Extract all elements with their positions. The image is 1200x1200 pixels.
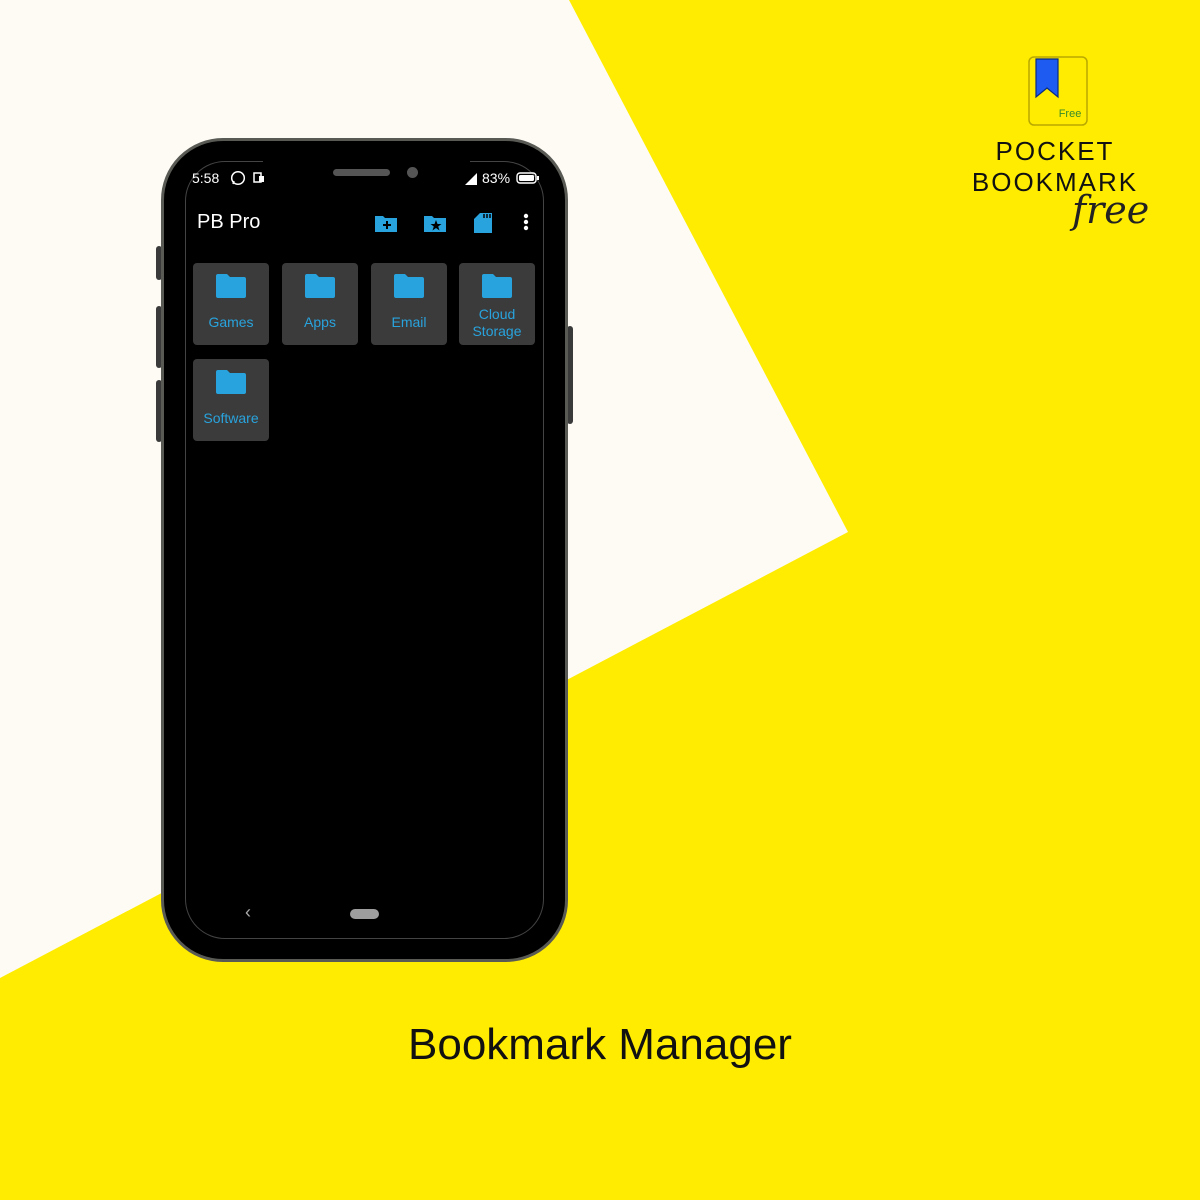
folder-tile-games[interactable]: Games [193,263,269,345]
battery-icon [516,172,539,184]
folder-icon [216,274,246,298]
caption: Bookmark Manager [408,1020,792,1069]
battery-percent: 83% [482,170,511,186]
app-logo-icon: Free [1028,56,1088,126]
logo-badge: Free [1059,108,1082,120]
nav-home-button[interactable] [350,909,379,919]
phone-speaker [333,169,390,176]
add-folder-icon[interactable] [373,210,399,236]
folder-label: Apps [304,314,336,330]
sd-card-icon[interactable] [471,210,497,236]
folder-label-line1: Cloud [478,306,516,322]
nav-back-button[interactable]: ‹ [245,902,251,923]
folder-label: Email [391,314,427,330]
more-options-icon[interactable] [514,210,540,236]
folder-label-line2: Storage [472,323,522,339]
brand-script: free [1072,188,1150,232]
folder-label: Games [208,314,254,330]
folder-tile-apps[interactable]: Apps [282,263,358,345]
phone-camera [407,167,418,178]
folder-icon [394,274,424,298]
favorite-folder-icon[interactable] [422,210,448,236]
signal-icon [465,173,477,185]
folder-tile-email[interactable]: Email [371,263,447,345]
folder-icon [305,274,335,298]
app-title: PB Pro [197,211,261,233]
status-time: 5:58 [192,170,220,186]
outlook-icon [253,172,264,183]
folder-tile-software[interactable]: Software [193,359,269,441]
brand-line1: POCKET [995,136,1115,166]
folder-tile-cloud-storage[interactable]: Cloud Storage [459,263,535,345]
folder-label: Software [203,410,259,426]
whatsapp-icon [230,170,246,186]
folder-icon [482,274,512,298]
folder-icon [216,370,246,394]
